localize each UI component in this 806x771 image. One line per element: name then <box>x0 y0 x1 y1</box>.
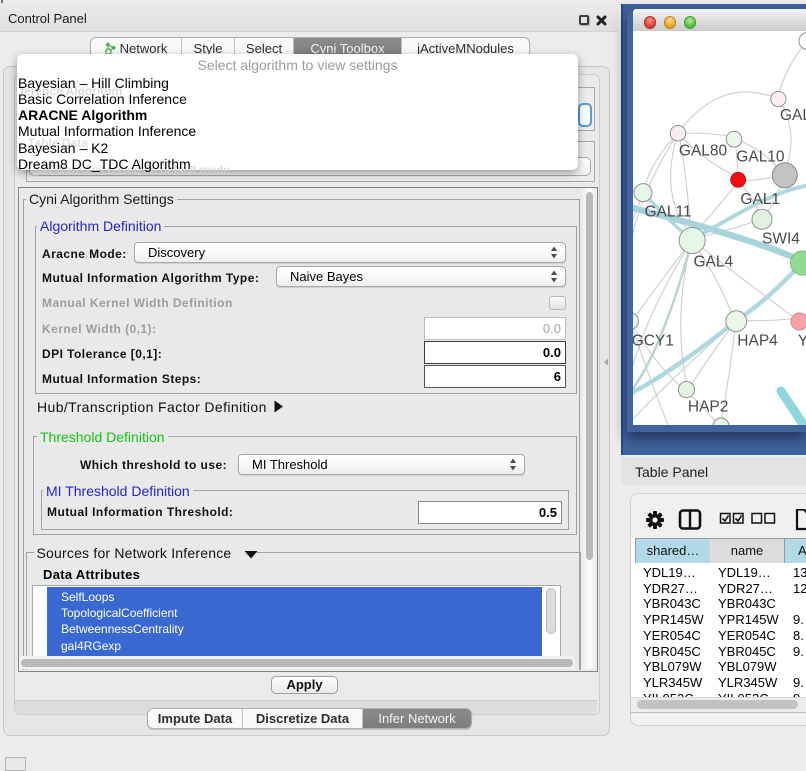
svg-text:GAL11: GAL11 <box>645 204 692 221</box>
svg-text:HAP4: HAP4 <box>737 333 778 350</box>
svg-text:SWI4: SWI4 <box>762 231 800 248</box>
svg-text:GCY1: GCY1 <box>633 333 674 350</box>
svg-text:GAL7: GAL7 <box>780 107 806 124</box>
svg-text:YM: YM <box>798 333 806 350</box>
svg-text:GAL4: GAL4 <box>694 254 734 271</box>
svg-text:GAL1: GAL1 <box>740 191 780 208</box>
svg-text:GAL10: GAL10 <box>736 149 785 166</box>
svg-text:HAP2: HAP2 <box>688 399 729 416</box>
svg-text:GAL80: GAL80 <box>679 143 728 160</box>
